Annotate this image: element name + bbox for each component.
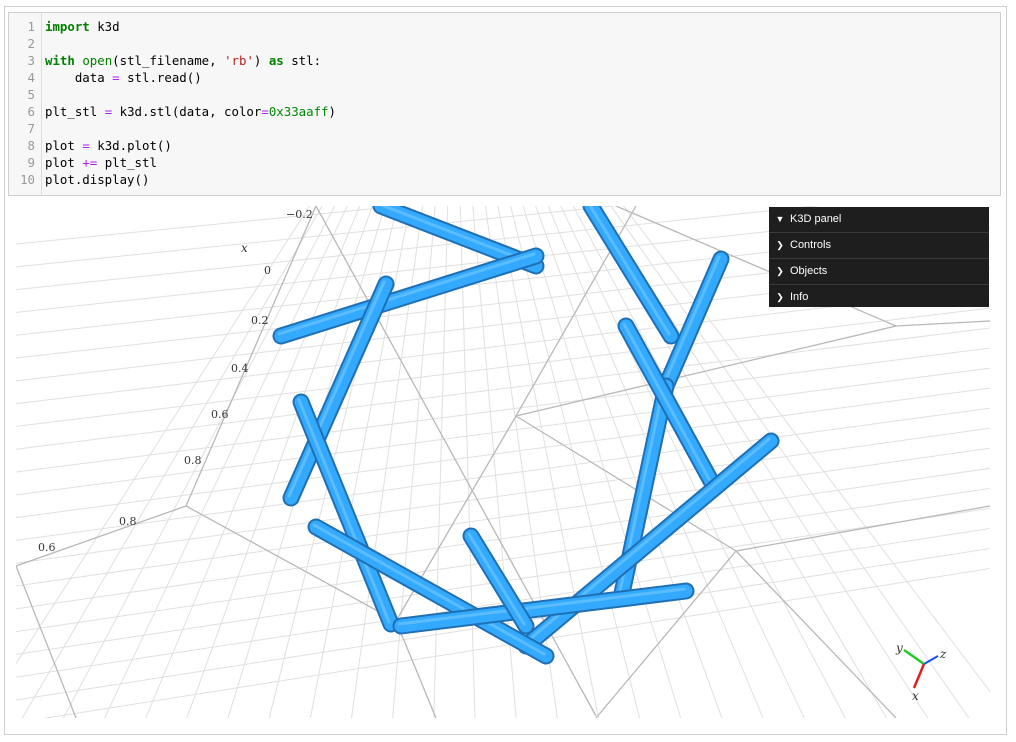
panel-item-label: Controls xyxy=(790,239,831,251)
chevron-right-icon: ❯ xyxy=(776,292,784,302)
code-text: with open(stl_filename, 'rb') as stl: xyxy=(45,53,322,68)
axis-tick-label: 0 xyxy=(264,264,271,277)
gizmo-x-axis xyxy=(912,663,926,689)
gizmo-x-label: x xyxy=(912,689,919,703)
line-number: 7 xyxy=(27,121,35,136)
grid-line xyxy=(16,427,990,564)
line-number: 10 xyxy=(20,172,35,187)
panel-item-label: Objects xyxy=(790,265,828,277)
line-number: 5 xyxy=(27,87,35,102)
code-editor[interactable]: 1 import k3d 2 3 with open(stl_filename, 'rb… xyxy=(8,12,1001,196)
panel-item-objects[interactable]: ❯ Objects xyxy=(769,259,989,285)
line-number: 6 xyxy=(27,104,35,119)
grid-edge xyxy=(185,206,317,507)
gizmo-y-label: y xyxy=(895,641,903,655)
code-line[interactable]: 10 plot.display() xyxy=(9,171,1000,188)
grid-edge xyxy=(515,325,897,417)
panel-item-label: Info xyxy=(790,291,809,303)
code-text: import k3d xyxy=(45,19,120,34)
line-number: 4 xyxy=(27,70,35,85)
grid-edge xyxy=(16,505,187,567)
grid-line xyxy=(21,206,323,718)
panel-item-info[interactable]: ❯ Info xyxy=(769,285,989,310)
chevron-right-icon: ❯ xyxy=(776,240,784,250)
chevron-right-icon: ❯ xyxy=(776,266,784,276)
axis-tick-label: 0.6 xyxy=(38,541,56,554)
mesh-rod-highlight xyxy=(297,398,391,624)
grid-line xyxy=(16,347,990,473)
code-line[interactable]: 2 xyxy=(9,35,1000,52)
line-number: 9 xyxy=(27,155,35,170)
code-text: data = stl.read() xyxy=(45,70,202,85)
gizmo-z-label: z xyxy=(939,647,947,661)
k3d-panel-header[interactable]: ▼ K3D panel xyxy=(769,207,989,233)
line-number: 1 xyxy=(27,19,35,34)
line-number: 2 xyxy=(27,36,35,51)
code-line[interactable]: 3 with open(stl_filename, 'rb') as stl: xyxy=(9,52,1000,69)
line-number: 3 xyxy=(27,53,35,68)
grid-line xyxy=(16,367,990,496)
code-text: plot += plt_stl xyxy=(45,155,157,170)
code-line[interactable]: 5 xyxy=(9,86,1000,103)
code-line[interactable]: 4 data = stl.read() xyxy=(9,69,1000,86)
gizmo-y-axis xyxy=(903,648,925,666)
k3d-panel-title: K3D panel xyxy=(790,213,842,225)
code-text: plot.display() xyxy=(45,172,150,187)
code-line[interactable]: 9 plot += plt_stl xyxy=(9,154,1000,171)
grid-line xyxy=(186,206,373,718)
code-line[interactable]: 1 import k3d xyxy=(9,18,1000,35)
chevron-down-icon: ▼ xyxy=(775,214,785,224)
code-text: plt_stl = k3d.stl(data, color=0x33aaff) xyxy=(45,104,336,119)
code-text: plot = k3d.plot() xyxy=(45,138,172,153)
panel-item-controls[interactable]: ❯ Controls xyxy=(769,233,989,259)
axis-tick-label: 0.8 xyxy=(184,454,202,467)
axis-tick-label: 0.8 xyxy=(119,515,137,528)
grid-edge xyxy=(895,320,990,327)
code-line[interactable]: 7 xyxy=(9,120,1000,137)
grid-edge xyxy=(735,505,990,552)
line-number: 8 xyxy=(27,138,35,153)
mesh-rod xyxy=(659,252,728,393)
axis-tick-label: 0.2 xyxy=(251,314,269,327)
axis-tick-label: −0.2 xyxy=(286,208,313,221)
code-line[interactable]: 8 plot = k3d.plot() xyxy=(9,137,1000,154)
grid-line xyxy=(16,327,990,450)
axis-tick-label: 0.6 xyxy=(211,408,229,421)
k3d-panel[interactable]: ▼ K3D panel ❯ Controls ❯ Objects ❯ Info xyxy=(769,207,989,307)
axis-tick-label: 0.4 xyxy=(231,362,249,375)
code-line[interactable]: 6 plt_stl = k3d.stl(data, color=0x33aaff) xyxy=(9,103,1000,120)
grid-line xyxy=(16,407,990,541)
axis-label-x: x xyxy=(241,241,248,255)
